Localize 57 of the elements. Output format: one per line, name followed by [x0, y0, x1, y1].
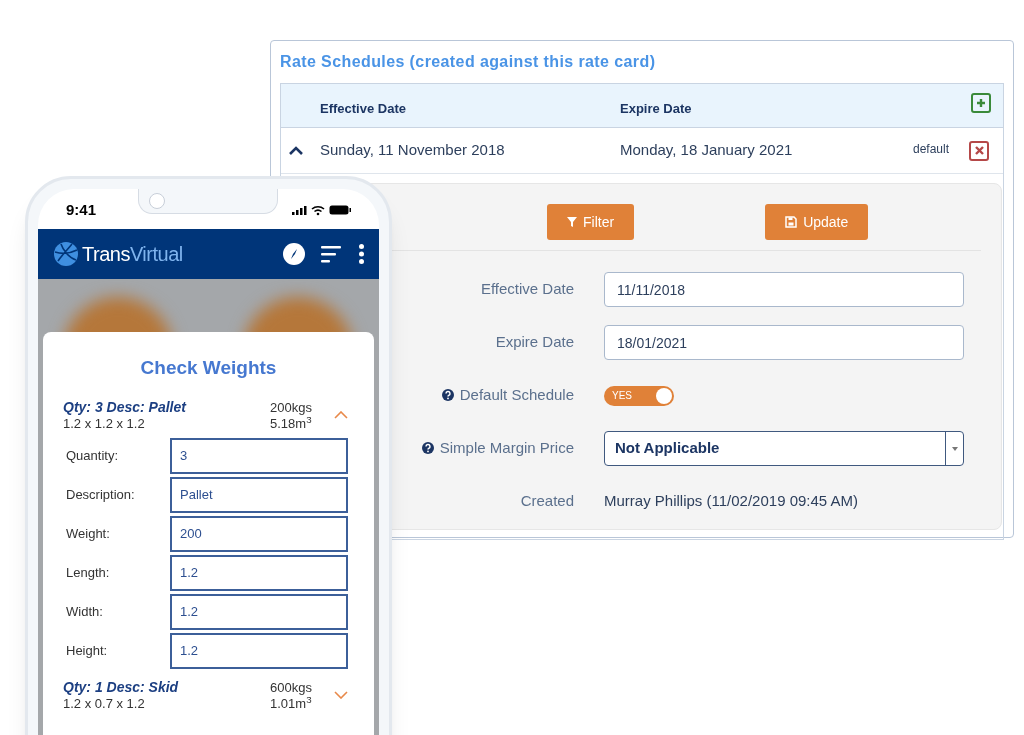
item-weight: 600kgs	[270, 678, 313, 696]
brand-logo-text: TransVirtual	[82, 242, 183, 267]
save-icon	[785, 216, 798, 228]
dialog-title: Check Weights	[139, 356, 278, 380]
weight-input-field[interactable]: 1.2	[170, 632, 348, 669]
column-header: Effective Date	[320, 99, 407, 118]
table-cell-text: Sunday, 11 November 2018	[320, 140, 506, 161]
table-cell-text: Monday, 18 January 2021	[620, 140, 794, 161]
item-heading: Qty: 3 Desc: Pallet	[63, 398, 188, 416]
collapse-chevron-icon[interactable]	[334, 410, 348, 419]
field-label: Created	[520, 491, 574, 512]
weight-input-field[interactable]: 1.2	[170, 554, 348, 591]
weight-input-field[interactable]: 3	[170, 437, 348, 474]
signal-icon	[292, 205, 307, 215]
weight-input-field[interactable]: 1.2	[170, 593, 348, 630]
field-label: Effective Date	[480, 279, 574, 300]
item-dimensions: 1.2 x 1.2 x 1.2	[63, 415, 146, 432]
weight-input-field[interactable]: Pallet	[170, 476, 348, 513]
item-volume: 5.18m$^{3}$	[270, 415, 313, 432]
field-label: Height:	[65, 641, 109, 660]
compass-icon[interactable]	[283, 243, 305, 265]
created-info: Murray Phillips (11/02/2019 09:45 AM)	[604, 491, 860, 512]
field-label: Default Schedule	[459, 385, 574, 406]
wifi-icon	[311, 204, 325, 216]
plus-icon	[976, 98, 986, 108]
more-options-icon[interactable]	[359, 244, 364, 264]
item-volume: 1.01m$^{3}$	[270, 695, 313, 712]
add-button[interactable]	[971, 93, 991, 113]
weight-input-field[interactable]: 200	[170, 515, 348, 552]
default-tag: default	[912, 139, 949, 158]
field-label: Description:	[65, 485, 136, 504]
item-heading: Qty: 1 Desc: Skid	[63, 678, 180, 696]
status-time: 9:41	[66, 199, 97, 220]
field-label: Quantity:	[65, 446, 120, 465]
field-label: Weight:	[65, 524, 111, 543]
sort-icon[interactable]	[321, 245, 341, 263]
item-weight: 200kgs	[270, 398, 313, 416]
field-label: Length:	[65, 563, 111, 582]
filter-icon	[567, 217, 577, 227]
globe-logo-icon	[53, 241, 79, 267]
help-icon[interactable]	[441, 389, 455, 402]
margin-price-dropdown[interactable]: Not Applicable	[604, 431, 964, 466]
item-dimensions: 1.2 x 0.7 x 1.2	[63, 695, 146, 712]
date-field[interactable]: 11/11/2018	[604, 272, 964, 307]
field-label: Simple Margin Price	[439, 438, 574, 459]
expand-chevron-icon[interactable]	[334, 690, 348, 699]
field-label: Expire Date	[495, 332, 574, 353]
date-field[interactable]: 18/01/2021	[604, 325, 964, 360]
battery-icon	[329, 205, 351, 215]
field-label: Width:	[65, 602, 104, 621]
delete-button[interactable]	[969, 140, 989, 161]
column-header: Expire Date	[620, 99, 692, 118]
collapse-caret-icon[interactable]	[289, 145, 303, 156]
dropdown-caret-icon	[951, 446, 958, 451]
help-icon[interactable]	[421, 442, 435, 455]
panel-title: Rate Schedules (created against this rate card)	[280, 52, 657, 72]
close-icon	[974, 146, 984, 155]
